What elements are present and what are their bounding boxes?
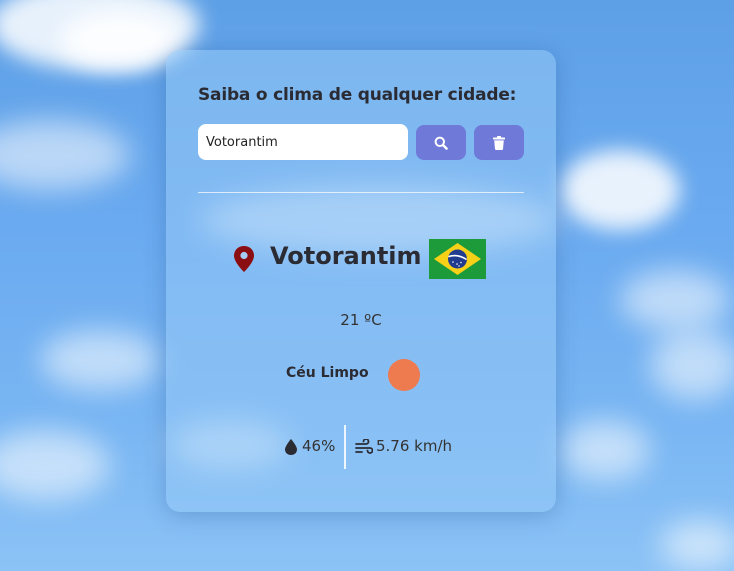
background-cloud (40, 330, 160, 390)
map-pin-icon (234, 246, 254, 272)
city-input[interactable] (198, 124, 408, 160)
humidity-drop-icon (285, 439, 297, 455)
divider (198, 192, 524, 193)
trash-icon (493, 135, 505, 150)
brazil-flag-icon (429, 239, 486, 279)
background-cloud (0, 430, 110, 500)
temperature: 21 ºC (340, 311, 382, 329)
stats-divider (344, 425, 346, 469)
wind-speed-value: 5.76 km/h (376, 437, 453, 455)
city-name: Votorantim (270, 242, 422, 270)
background-cloud (660, 520, 734, 570)
background-cloud (560, 420, 650, 480)
weather-condition: Céu Limpo (286, 365, 369, 381)
humidity-value: 46% (302, 437, 336, 455)
wind-icon (355, 439, 373, 454)
city-row: Votorantim (166, 238, 556, 280)
sun-icon (388, 359, 420, 391)
background-cloud (0, 120, 130, 190)
search-button[interactable] (416, 125, 466, 160)
background-cloud (620, 270, 730, 330)
form-title: Saiba o clima de qualquer cidade: (198, 85, 517, 105)
background-cloud (60, 10, 180, 70)
clear-button[interactable] (474, 125, 524, 160)
weather-card: Saiba o clima de qualquer cidade: Votora… (166, 50, 556, 512)
search-icon (434, 136, 448, 150)
weather-stats: 46% 5.76 km/h (166, 425, 556, 469)
background-cloud (650, 330, 734, 400)
background-cloud (560, 150, 680, 230)
